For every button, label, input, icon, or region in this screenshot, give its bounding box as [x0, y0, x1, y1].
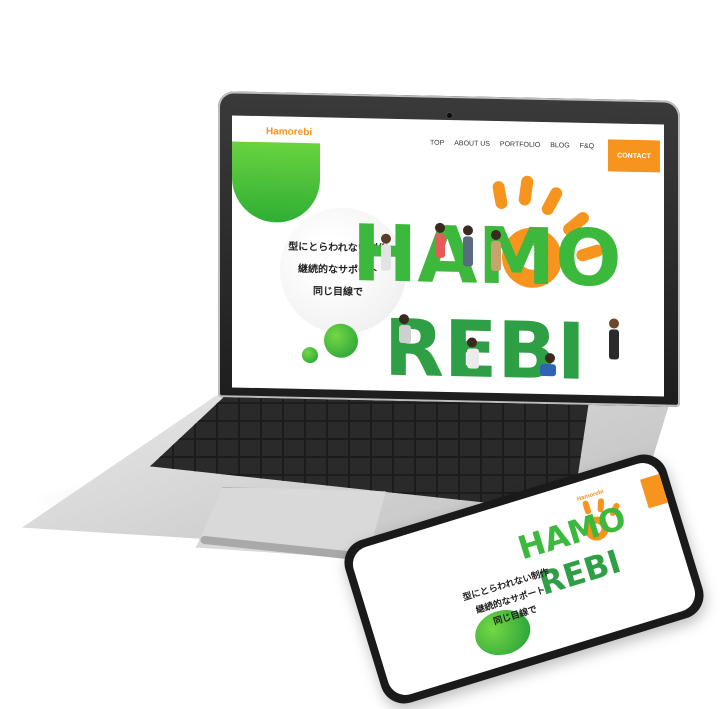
hamorebi-hero-logo: HAMO REBI — [352, 175, 622, 397]
site-nav: TOP ABOUT US PORTFOLIO BLOG F&Q — [430, 140, 594, 150]
nav-blog[interactable]: BLOG — [550, 142, 569, 149]
nav-portfolio[interactable]: PORTFOLIO — [500, 141, 540, 149]
logo-line-1: HAMO — [352, 209, 622, 305]
nav-fq[interactable]: F&Q — [580, 143, 594, 150]
site-header: Hamorebi TOP ABOUT US PORTFOLIO BLOG F&Q… — [232, 115, 664, 173]
decorative-green-dot-small — [302, 346, 318, 364]
site-logo-text[interactable]: Hamorebi — [266, 126, 312, 138]
nav-top[interactable]: TOP — [430, 140, 444, 147]
device-mockup-stage: Hamorebi TOP ABOUT US PORTFOLIO BLOG F&Q… — [0, 0, 724, 709]
nav-about-us[interactable]: ABOUT US — [454, 140, 490, 148]
logo-line-2: REBI — [384, 304, 586, 397]
contact-button[interactable]: CONTACT — [608, 139, 660, 173]
laptop-screen: Hamorebi TOP ABOUT US PORTFOLIO BLOG F&Q… — [232, 115, 664, 397]
laptop-camera-icon — [447, 113, 452, 118]
